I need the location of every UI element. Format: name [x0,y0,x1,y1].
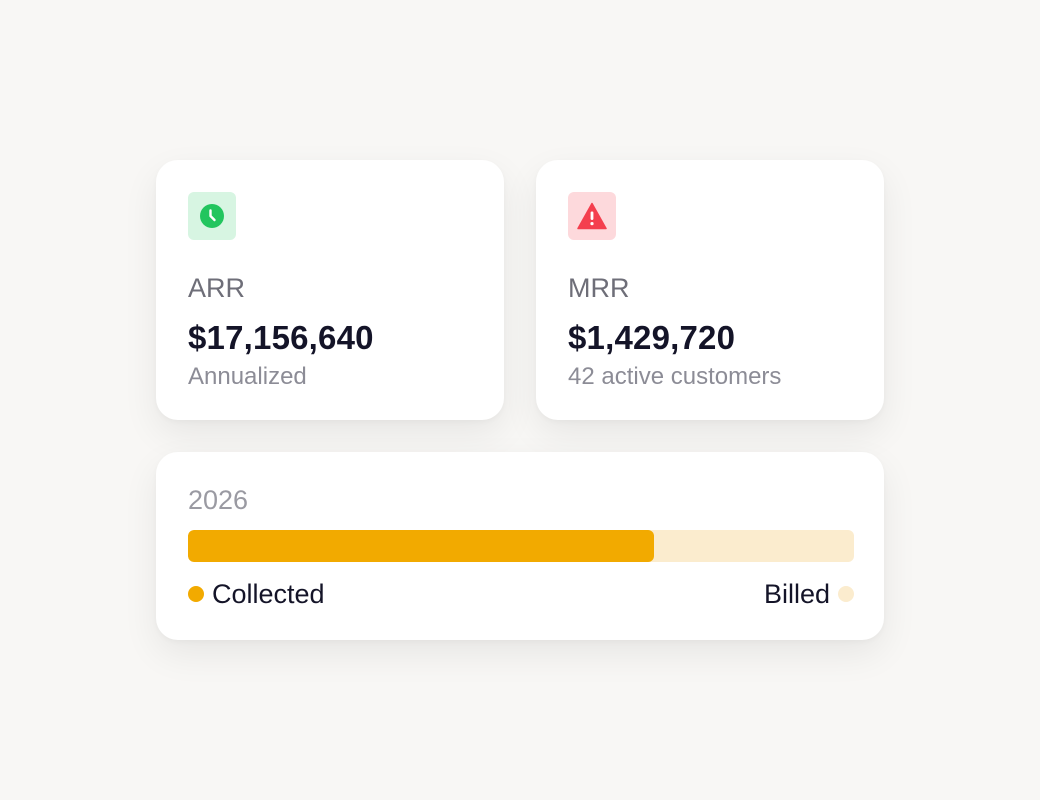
arr-value: $17,156,640 [188,319,374,356]
legend-collected: Collected [188,578,325,610]
progress-legend: Collected Billed [188,578,854,610]
year-label: 2026 [188,485,249,515]
arr-subtitle: Annualized [188,363,307,390]
collection-progress-card: 2026 Collected Billed [156,452,884,640]
mrr-value: $1,429,720 [568,319,736,356]
billed-dot [838,586,854,602]
clock-icon [199,203,225,229]
arr-card: ARR $17,156,640 Annualized [156,160,504,420]
progress-bar-fill [188,530,655,562]
arr-icon-box [188,192,236,240]
legend-billed: Billed [764,578,854,610]
billed-label: Billed [763,579,830,609]
collected-label: Collected [212,579,325,609]
warning-icon [577,202,607,230]
mrr-icon-box [568,192,616,240]
arr-label: ARR [188,273,246,303]
progress-bar-track [188,530,854,562]
mrr-card: MRR $1,429,720 42 active customers [536,160,884,420]
mrr-subtitle: 42 active customers [568,363,782,390]
mrr-label: MRR [568,273,630,303]
collected-dot [188,586,204,602]
